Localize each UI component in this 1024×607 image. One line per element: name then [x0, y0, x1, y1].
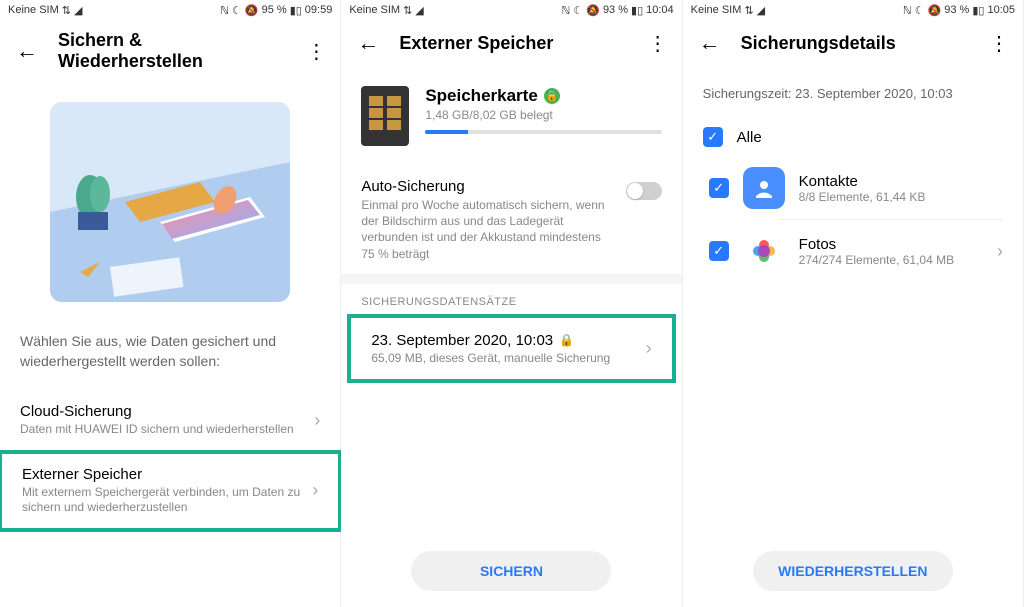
clock: 10:04: [646, 4, 674, 16]
header: ← Sicherungsdetails ⋮: [683, 20, 1023, 66]
item-title: Externer Speicher: [22, 466, 312, 483]
status-bar: Keine SIM ⇅ ◢ ℕ ☾ 🔕 93 % ▮▯ 10:05: [683, 0, 1023, 20]
screen-backup-details: Keine SIM ⇅ ◢ ℕ ☾ 🔕 93 % ▮▯ 10:05 ← Sich…: [683, 0, 1024, 607]
moon-icon: ☾: [232, 4, 242, 17]
back-icon[interactable]: ←: [16, 38, 38, 64]
checkbox-all[interactable]: ✓: [703, 127, 723, 147]
backup-meta: 65,09 MB, dieses Gerät, manuelle Sicheru…: [371, 351, 610, 365]
page-title: Sicherungsdetails: [741, 33, 969, 54]
item-sub: Daten mit HUAWEI ID sichern und wiederhe…: [20, 422, 314, 438]
auto-backup-toggle[interactable]: [626, 182, 662, 200]
more-icon[interactable]: ⋮: [648, 31, 666, 56]
contacts-icon: [743, 167, 785, 209]
status-bar: Keine SIM ⇅ ◢ ℕ ☾ 🔕 93 % ▮▯ 10:04: [341, 0, 681, 20]
setting-title: Auto-Sicherung: [361, 178, 613, 195]
intro-text: Wählen Sie aus, wie Daten gesichert und …: [0, 332, 340, 391]
photos-icon: [743, 230, 785, 272]
chevron-right-icon: ›: [997, 241, 1003, 262]
battery-icon: ▮▯: [290, 4, 302, 17]
item-sub: 274/274 Elemente, 61,04 MB: [799, 253, 983, 267]
page-title: Externer Speicher: [399, 33, 627, 54]
restore-button[interactable]: WIEDERHERSTELLEN: [753, 551, 953, 591]
backup-item-contacts[interactable]: ✓ Kontakte 8/8 Elemente, 61,44 KB: [689, 157, 1023, 219]
all-label: Alle: [737, 129, 762, 146]
nfc-icon: ℕ: [220, 4, 229, 17]
mute-icon: 🔕: [586, 4, 600, 17]
auto-backup-row: Auto-Sicherung Einmal pro Woche automati…: [341, 166, 681, 274]
back-icon[interactable]: ←: [357, 30, 379, 56]
data-icon: ⇅: [403, 4, 412, 17]
battery-percent: 93 %: [944, 4, 969, 16]
battery-icon: ▮▯: [972, 4, 984, 17]
backup-button[interactable]: SICHERN: [411, 551, 611, 591]
battery-icon: ▮▯: [631, 4, 643, 17]
back-icon[interactable]: ←: [699, 30, 721, 56]
mute-icon: 🔕: [245, 4, 259, 17]
screen-backup-restore: Keine SIM ⇅ ◢ ℕ ☾ 🔕 95 % ▮▯ 09:59 ← Sich…: [0, 0, 341, 607]
spacer: [341, 274, 681, 284]
backup-entry[interactable]: 23. September 2020, 10:03 🔒 65,09 MB, di…: [347, 314, 675, 383]
backup-timestamp: Sicherungszeit: 23. September 2020, 10:0…: [683, 66, 1023, 117]
setting-desc: Einmal pro Woche automatisch sichern, we…: [361, 197, 613, 262]
item-title: Kontakte: [799, 173, 1003, 190]
chevron-right-icon: ›: [646, 338, 652, 359]
more-icon[interactable]: ⋮: [989, 31, 1007, 56]
header: ← Externer Speicher ⋮: [341, 20, 681, 66]
list-item-cloud-backup[interactable]: Cloud-Sicherung Daten mit HUAWEI ID sich…: [0, 391, 340, 450]
sim-status: Keine SIM: [691, 4, 742, 16]
clock: 10:05: [987, 4, 1015, 16]
select-all-row[interactable]: ✓ Alle: [683, 117, 1023, 157]
status-bar: Keine SIM ⇅ ◢ ℕ ☾ 🔕 95 % ▮▯ 09:59: [0, 0, 340, 20]
header: ← Sichern & Wiederherstellen ⋮: [0, 20, 340, 82]
battery-percent: 95 %: [262, 4, 287, 16]
list-item-external-storage[interactable]: Externer Speicher Mit externem Speicherg…: [0, 450, 342, 532]
checkbox-contacts[interactable]: ✓: [709, 178, 729, 198]
battery-percent: 93 %: [603, 4, 628, 16]
nfc-icon: ℕ: [562, 4, 571, 17]
sim-status: Keine SIM: [8, 4, 59, 16]
wifi-icon: ◢: [74, 4, 82, 17]
data-icon: ⇅: [62, 4, 71, 17]
storage-usage: 1,48 GB/8,02 GB belegt: [425, 108, 661, 122]
backup-date: 23. September 2020, 10:03: [371, 332, 553, 349]
more-icon[interactable]: ⋮: [306, 39, 324, 64]
item-sub: 8/8 Elemente, 61,44 KB: [799, 190, 1003, 204]
sim-status: Keine SIM: [349, 4, 400, 16]
chevron-right-icon: ›: [314, 410, 320, 431]
storage-summary: Speicherkarte 🔒 1,48 GB/8,02 GB belegt: [341, 66, 681, 166]
item-title: Cloud-Sicherung: [20, 403, 314, 420]
storage-progress: [425, 130, 661, 134]
item-title: Fotos: [799, 236, 983, 253]
item-sub: Mit externem Speichergerät verbinden, um…: [22, 485, 312, 516]
lock-icon: 🔒: [559, 333, 574, 347]
clock: 09:59: [305, 4, 333, 16]
page-title: Sichern & Wiederherstellen: [58, 30, 286, 72]
sd-card-icon: [361, 86, 409, 146]
hero-illustration: [50, 102, 290, 302]
wifi-icon: ◢: [415, 4, 423, 17]
moon-icon: ☾: [573, 4, 583, 17]
nfc-icon: ℕ: [903, 4, 912, 17]
storage-name: Speicherkarte: [425, 86, 537, 106]
lock-badge-icon: 🔒: [544, 88, 560, 104]
data-icon: ⇅: [744, 4, 753, 17]
checkbox-photos[interactable]: ✓: [709, 241, 729, 261]
screen-external-storage: Keine SIM ⇅ ◢ ℕ ☾ 🔕 93 % ▮▯ 10:04 ← Exte…: [341, 0, 682, 607]
backup-item-photos[interactable]: ✓ Fotos 274/274 Elemente, 61,04 MB ›: [689, 220, 1023, 282]
mute-icon: 🔕: [928, 4, 942, 17]
moon-icon: ☾: [915, 4, 925, 17]
section-header: SICHERUNGSDATENSÄTZE: [341, 284, 681, 314]
wifi-icon: ◢: [757, 4, 765, 17]
chevron-right-icon: ›: [312, 480, 318, 501]
